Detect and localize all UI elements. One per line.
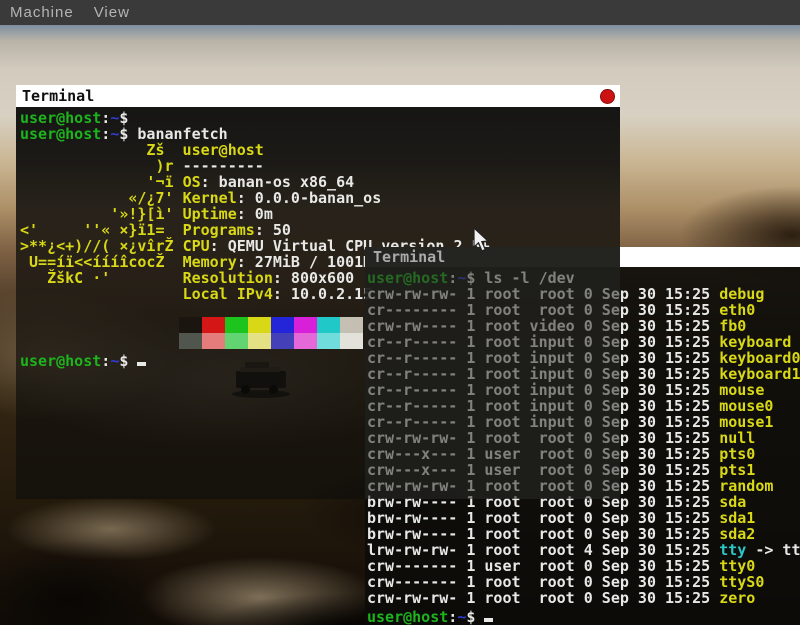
palette-swatch [202,317,225,333]
palette-swatch [271,317,294,333]
terminal-line: user@host:~$ bananfetch [20,125,620,141]
palette-swatch [317,333,340,349]
terminal-line: cr--r----- 1 root input 0 Sep 30 15:25 m… [367,397,800,413]
terminal-line: '¬ï OS: banan-os x86_64 [20,173,620,189]
terminal-line: cr--r----- 1 root input 0 Sep 30 15:25 k… [367,349,800,365]
terminal-line: cr-------- 1 root root 0 Sep 30 15:25 et… [367,301,800,317]
terminal-line: user@host:~$ [20,109,620,125]
palette-swatch [248,333,271,349]
terminal-line: «/¿7' Kernel: 0.0.0-banan_os [20,189,620,205]
terminal-line: crw------- 1 user root 0 Sep 30 15:25 tt… [367,557,800,573]
palette-swatch [248,317,271,333]
vm-screen: Machine View Terminal user@host:~$ user@… [0,0,800,625]
terminal2-title: Terminal [365,247,620,267]
terminal-line: crw-rw-rw- 1 root root 0 Sep 30 15:25 nu… [367,429,800,445]
palette-swatch [179,317,202,333]
terminal-line: cr--r----- 1 root input 0 Sep 30 15:25 k… [367,365,800,381]
close-icon[interactable] [600,89,615,104]
terminal1-titlebar[interactable]: Terminal [16,85,620,107]
terminal-line: crw------- 1 root root 0 Sep 30 15:25 tt… [367,573,800,589]
terminal-line: user@host:~$ [367,605,800,621]
terminal-line: crw-rw-rw- 1 root root 0 Sep 30 15:25 de… [367,285,800,301]
text-cursor [484,605,493,622]
palette-swatch [271,333,294,349]
palette-swatch [294,333,317,349]
terminal2-titlebar-blank [620,247,800,267]
terminal-line: crw-rw-rw- 1 root root 0 Sep 30 15:25 ze… [367,589,800,605]
mouse-cursor-icon [472,227,491,254]
palette-swatch [340,333,363,349]
palette-swatch [340,317,363,333]
text-cursor [137,349,146,366]
terminal-line: Zš user@host [20,141,620,157]
terminal-line: cr--r----- 1 root input 0 Sep 30 15:25 m… [367,413,800,429]
palette-swatch [179,333,202,349]
terminal-line: crw-rw---- 1 root video 0 Sep 30 15:25 f… [367,317,800,333]
terminal-window-2[interactable]: Terminal user@host:~$ ls -l /devcrw-rw-r… [365,247,800,625]
palette-swatch [225,317,248,333]
palette-swatch [202,333,225,349]
terminal-line: crw---x--- 1 user root 0 Sep 30 15:25 pt… [367,461,800,477]
terminal-line: cr--r----- 1 root input 0 Sep 30 15:25 m… [367,381,800,397]
terminal2-titlebar[interactable]: Terminal [365,247,800,267]
palette-swatch [294,317,317,333]
terminal-line: crw-rw-rw- 1 root root 0 Sep 30 15:25 ra… [367,477,800,493]
terminal-line: lrw-rw-rw- 1 root root 4 Sep 30 15:25 tt… [367,541,800,557]
palette-swatch [225,333,248,349]
menu-machine[interactable]: Machine [0,0,84,25]
terminal-line: '»!}[ì' Uptime: 0m [20,205,620,221]
terminal-line: brw-rw---- 1 root root 0 Sep 30 15:25 sd… [367,525,800,541]
terminal-line: cr--r----- 1 root input 0 Sep 30 15:25 k… [367,333,800,349]
terminal-line: brw-rw---- 1 root root 0 Sep 30 15:25 sd… [367,509,800,525]
terminal-line: crw---x--- 1 user root 0 Sep 30 15:25 pt… [367,445,800,461]
terminal-line: <' ''« ×}ï1= Programs: 50 [20,221,620,237]
vm-menubar: Machine View [0,0,800,25]
menu-view[interactable]: View [84,0,140,25]
terminal-line: user@host:~$ ls -l /dev [367,269,800,285]
terminal-line: brw-rw---- 1 root root 0 Sep 30 15:25 sd… [367,493,800,509]
terminal-line: )r --------- [20,157,620,173]
terminal2-output[interactable]: user@host:~$ ls -l /devcrw-rw-rw- 1 root… [365,267,800,625]
palette-swatch [317,317,340,333]
terminal1-title: Terminal [16,87,94,105]
